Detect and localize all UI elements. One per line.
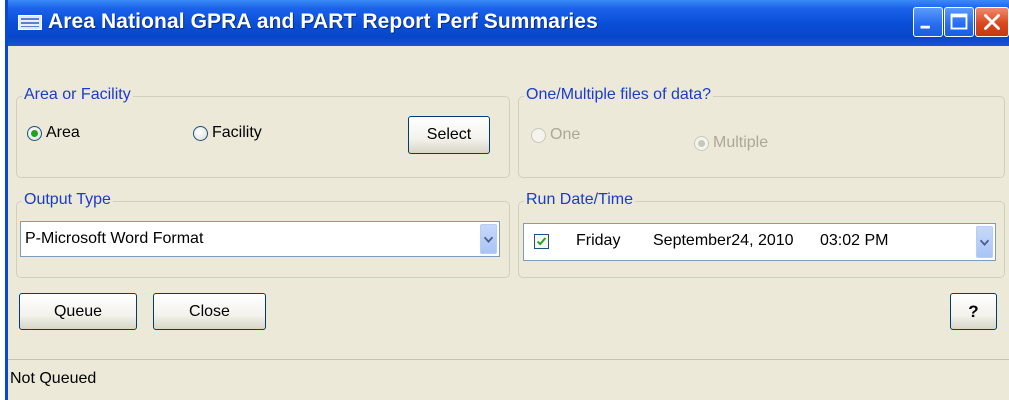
run-time: 03:02 PM bbox=[820, 232, 889, 249]
close-window-button[interactable] bbox=[975, 7, 1009, 37]
select-button[interactable]: Select bbox=[408, 116, 490, 154]
queue-button[interactable]: Queue bbox=[19, 293, 137, 330]
files-of-data-label: One/Multiple files of data? bbox=[524, 86, 713, 104]
chevron-down-icon bbox=[979, 239, 990, 246]
run-datetime-dropdown-button[interactable] bbox=[976, 226, 993, 258]
area-radio-label: Area bbox=[46, 124, 80, 141]
area-or-facility-label: Area or Facility bbox=[22, 86, 133, 104]
window-title: Area National GPRA and PART Report Perf … bbox=[48, 10, 598, 33]
close-icon bbox=[984, 14, 1000, 30]
run-datetime-label: Run Date/Time bbox=[524, 191, 635, 209]
area-radio-dot[interactable] bbox=[27, 125, 42, 141]
chevron-down-icon bbox=[483, 236, 494, 243]
title-bar[interactable]: Area National GPRA and PART Report Perf … bbox=[8, 0, 1009, 46]
output-type-label: Output Type bbox=[22, 191, 113, 209]
facility-radio-dot[interactable] bbox=[193, 125, 208, 141]
output-type-dropdown-button[interactable] bbox=[480, 224, 497, 254]
close-button[interactable]: Close bbox=[153, 293, 266, 330]
area-radio[interactable]: Area bbox=[27, 124, 80, 142]
output-type-select[interactable]: P-Microsoft Word Format bbox=[20, 221, 500, 257]
run-date: September24, 2010 bbox=[653, 232, 794, 249]
maximize-button[interactable] bbox=[944, 7, 974, 37]
multiple-radio[interactable]: Multiple bbox=[694, 134, 768, 152]
app-window-icon[interactable] bbox=[18, 15, 42, 30]
output-type-value: P-Microsoft Word Format bbox=[25, 230, 204, 247]
one-radio[interactable]: One bbox=[531, 126, 580, 144]
multiple-radio-dot[interactable] bbox=[694, 135, 709, 151]
checkmark-icon bbox=[536, 237, 547, 246]
status-bar: Not Queued bbox=[8, 359, 1009, 400]
one-radio-dot[interactable] bbox=[531, 127, 546, 143]
facility-radio-label: Facility bbox=[212, 124, 262, 141]
facility-radio[interactable]: Facility bbox=[193, 124, 262, 142]
multiple-radio-label: Multiple bbox=[713, 134, 769, 151]
maximize-icon bbox=[950, 13, 968, 30]
status-text: Not Queued bbox=[10, 370, 97, 387]
run-datetime-checkbox[interactable] bbox=[534, 234, 549, 249]
minimize-button[interactable] bbox=[913, 7, 943, 37]
dialog-window: Area National GPRA and PART Report Perf … bbox=[5, 0, 1009, 400]
run-day: Friday bbox=[576, 232, 621, 249]
minimize-icon bbox=[920, 25, 930, 29]
one-radio-label: One bbox=[550, 126, 581, 143]
help-button[interactable]: ? bbox=[950, 293, 997, 330]
